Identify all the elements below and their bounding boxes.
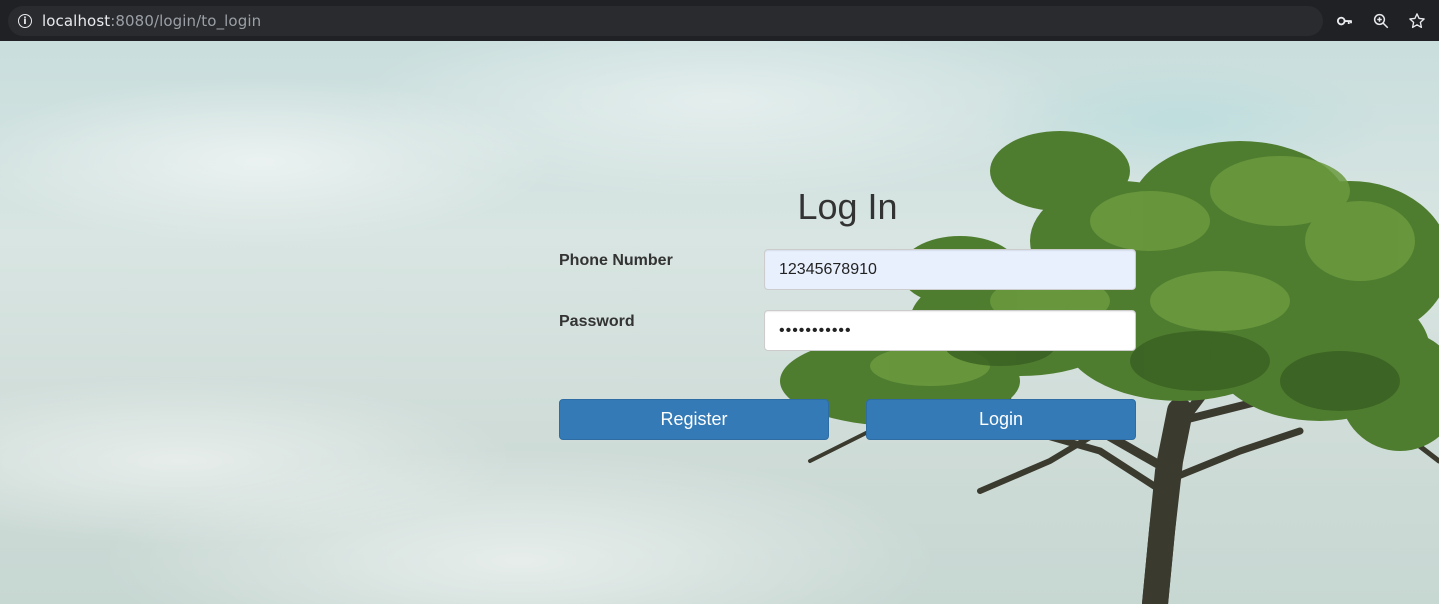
url-path: :8080/login/to_login: [110, 11, 262, 30]
key-icon[interactable]: [1335, 11, 1355, 31]
register-button[interactable]: Register: [559, 399, 829, 440]
page-title: Log In: [797, 186, 898, 227]
zoom-icon[interactable]: [1371, 11, 1391, 31]
phone-number-label: Phone Number: [559, 252, 673, 269]
password-input[interactable]: [764, 310, 1136, 351]
phone-number-input[interactable]: [764, 249, 1136, 290]
address-bar-actions: [1335, 11, 1431, 31]
browser-toolbar: i localhost:8080/login/to_login: [0, 0, 1439, 41]
star-icon[interactable]: [1407, 11, 1427, 31]
login-button[interactable]: Login: [866, 399, 1136, 440]
url-host: localhost: [42, 11, 111, 30]
address-bar[interactable]: i localhost:8080/login/to_login: [8, 5, 1323, 36]
password-label: Password: [559, 313, 635, 330]
login-page: Log In Phone Number Password Register Lo…: [0, 41, 1439, 604]
info-icon[interactable]: i: [18, 13, 32, 28]
url-text[interactable]: localhost:8080/login/to_login: [42, 12, 261, 30]
